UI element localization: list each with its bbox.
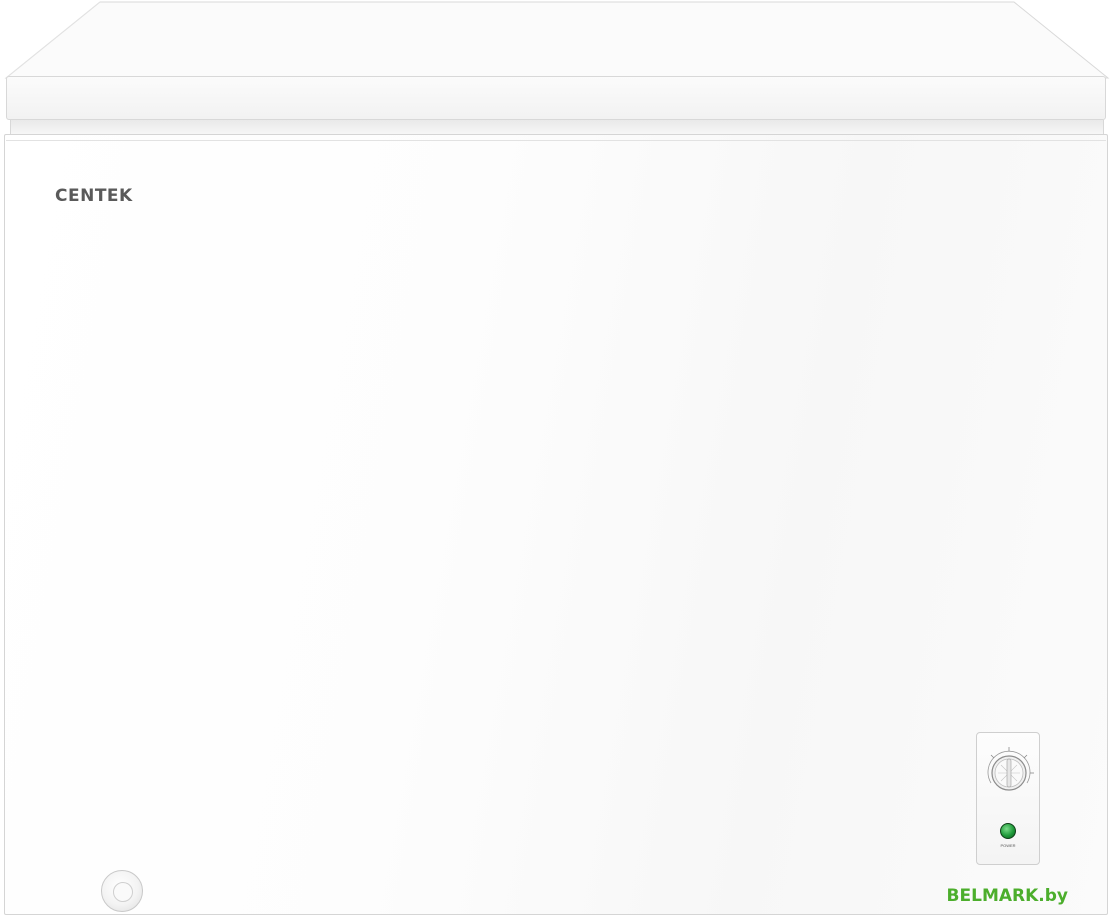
lid-seal-gap	[10, 120, 1104, 134]
power-indicator-led	[1000, 823, 1016, 839]
lid-front[interactable]	[6, 76, 1106, 120]
cabinet-top-edge	[6, 140, 1106, 141]
freezer-photo: CENTEK POWER BELMARK.by	[0, 0, 1114, 919]
watermark: BELMARK.by	[946, 886, 1068, 906]
control-panel: POWER	[976, 732, 1040, 865]
drain-plug-icon[interactable]	[101, 870, 143, 912]
brand-logo: CENTEK	[55, 186, 133, 206]
freezer-cabinet	[4, 134, 1108, 915]
power-label: POWER	[1000, 843, 1016, 848]
